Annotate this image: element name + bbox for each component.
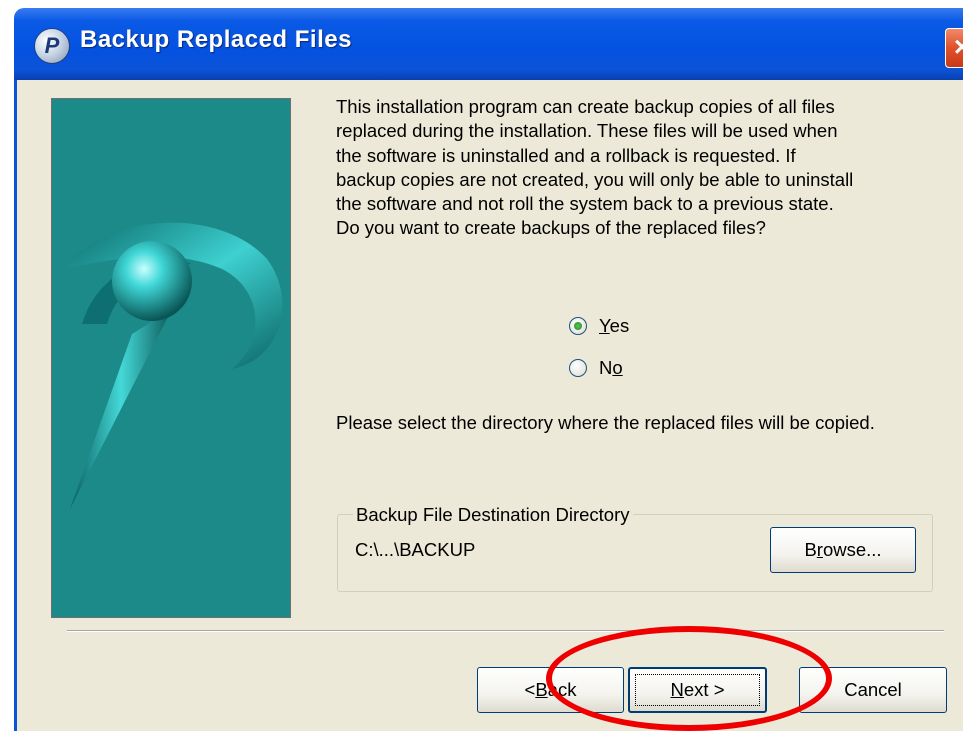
radio-indicator-unchecked[interactable] xyxy=(569,359,587,377)
back-button[interactable]: < Back xyxy=(477,667,624,713)
wizard-side-image xyxy=(51,98,291,618)
window-title: Backup Replaced Files xyxy=(80,26,352,53)
no-radio-label: No xyxy=(599,357,623,378)
description-text: This installation program can create bac… xyxy=(336,96,854,239)
button-divider xyxy=(67,630,944,632)
dialog-client-area: This installation program can create bac… xyxy=(14,80,963,731)
yes-radio-label: Yes xyxy=(599,315,630,336)
app-logo-icon: P xyxy=(34,28,70,64)
radio-indicator-checked[interactable] xyxy=(569,317,587,335)
browse-button[interactable]: Br owse... xyxy=(770,527,916,573)
select-directory-text: Please select the directory where the re… xyxy=(336,412,875,433)
cancel-button[interactable]: Cancel xyxy=(799,667,947,713)
next-button[interactable]: Next > xyxy=(628,667,767,713)
group-legend: Backup File Destination Directory xyxy=(353,504,633,526)
yes-radio[interactable]: Yes xyxy=(569,312,629,340)
backup-path-text: C:\...\BACKUP xyxy=(355,539,476,560)
p-logo-graphic xyxy=(62,222,283,509)
no-radio[interactable]: No xyxy=(569,354,623,382)
title-bar[interactable]: P Backup Replaced Files × xyxy=(14,8,963,80)
close-button[interactable]: × xyxy=(945,28,963,68)
focus-rectangle xyxy=(635,674,760,706)
